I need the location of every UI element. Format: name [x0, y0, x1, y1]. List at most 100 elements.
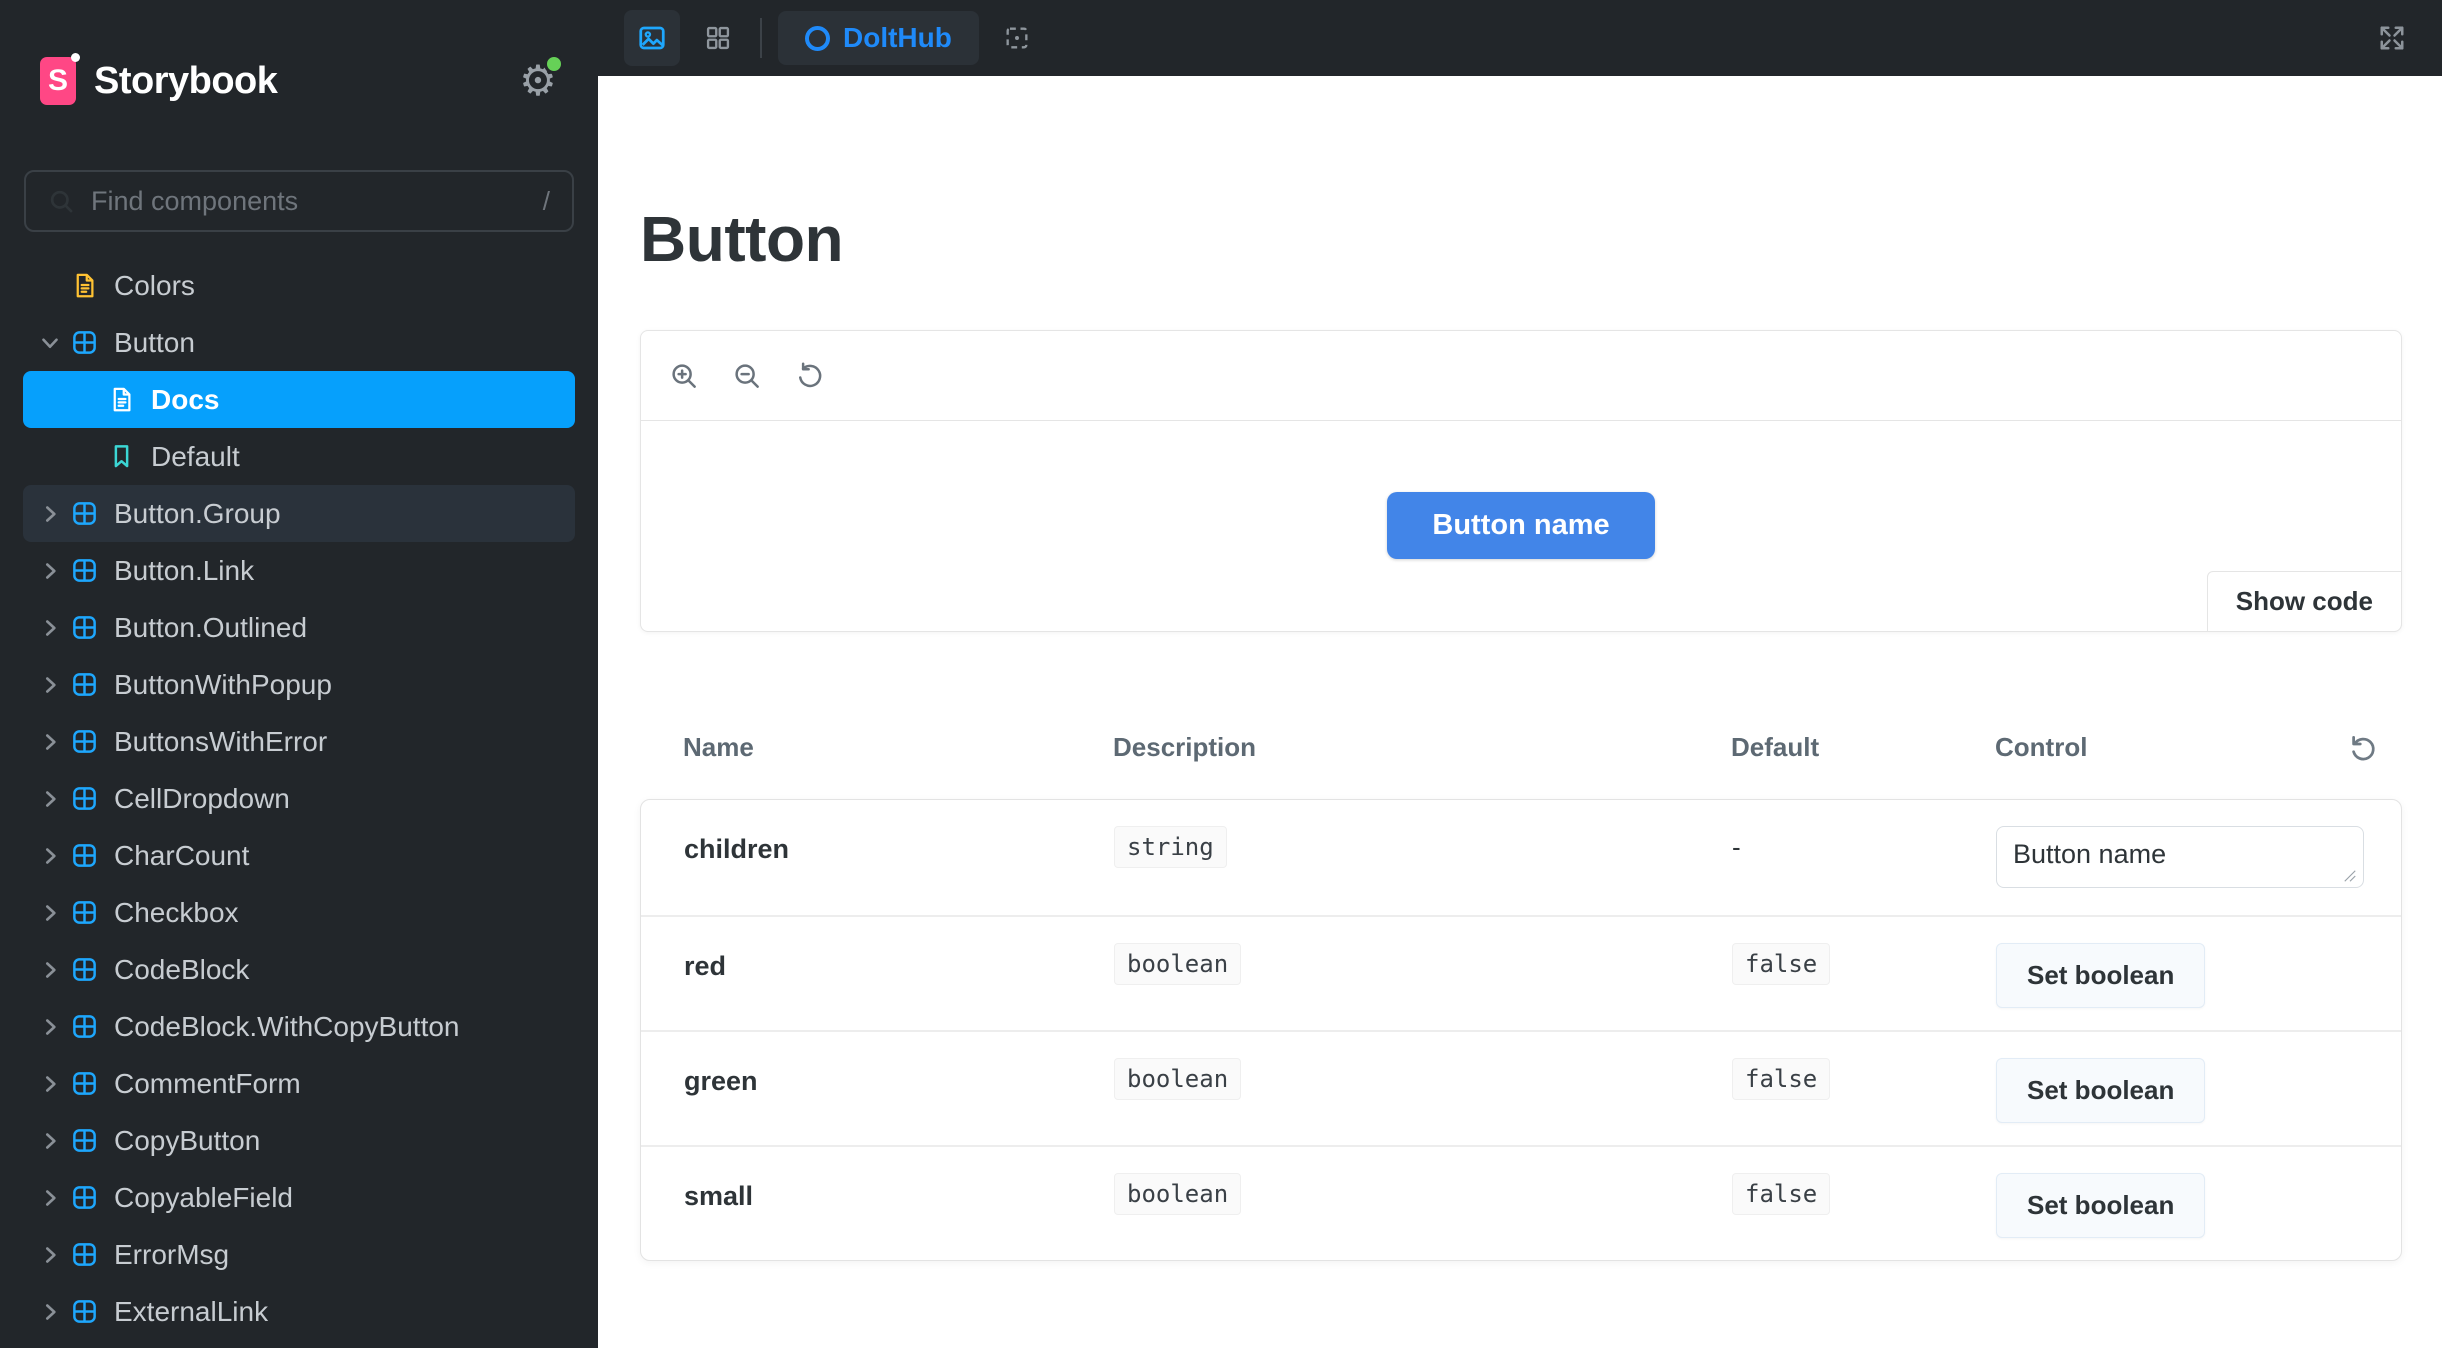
sidebar-item-errormsg[interactable]: ErrorMsg — [23, 1226, 575, 1283]
sidebar-item-button-default[interactable]: Default — [23, 428, 575, 485]
sidebar: S Storybook ⚙ / Colors Button — [0, 0, 598, 1348]
args-table: children string - Button name red boolea… — [640, 799, 2402, 1261]
sidebar-item-button-group[interactable]: Button.Group — [23, 485, 575, 542]
arg-default-badge: false — [1732, 943, 1830, 985]
component-icon — [71, 1298, 98, 1325]
chevron-right-icon[interactable] — [37, 1185, 63, 1211]
bookmark-icon — [108, 443, 135, 470]
component-tree: Colors Button Docs Default Button.Group … — [0, 257, 598, 1348]
chevron-right-icon[interactable] — [37, 558, 63, 584]
arg-name: small — [684, 1173, 1114, 1212]
sidebar-item-buttonwithpopup[interactable]: ButtonWithPopup — [23, 656, 575, 713]
sidebar-item-copyablefield[interactable]: CopyableField — [23, 1169, 575, 1226]
document-icon — [71, 272, 98, 299]
zoom-in-icon[interactable] — [669, 361, 699, 391]
column-header-description: Description — [1113, 732, 1731, 763]
component-icon — [71, 956, 98, 983]
component-icon — [71, 842, 98, 869]
docs-page: Button Button name Show code Name Descri… — [598, 76, 2442, 1348]
chevron-right-icon[interactable] — [37, 900, 63, 926]
sidebar-item-charcount[interactable]: CharCount — [23, 827, 575, 884]
arg-type-badge: boolean — [1114, 1173, 1241, 1215]
chevron-right-icon[interactable] — [37, 1299, 63, 1325]
sidebar-item-checkbox[interactable]: Checkbox — [23, 884, 575, 941]
arg-name: green — [684, 1058, 1114, 1097]
arg-name: red — [684, 943, 1114, 982]
table-row: green boolean false Set boolean — [641, 1030, 2401, 1145]
chevron-down-icon[interactable] — [37, 330, 63, 356]
sidebar-item-celldropdown[interactable]: CellDropdown — [23, 770, 575, 827]
sidebar-item-copybutton[interactable]: CopyButton — [23, 1112, 575, 1169]
resize-handle-icon[interactable] — [2343, 869, 2357, 883]
arg-type-badge: boolean — [1114, 943, 1241, 985]
table-row: small boolean false Set boolean — [641, 1145, 2401, 1260]
component-icon — [71, 1184, 98, 1211]
sidebar-item-button-docs[interactable]: Docs — [23, 371, 575, 428]
component-icon — [71, 899, 98, 926]
storybook-logo-icon: S — [40, 57, 76, 105]
chevron-right-icon[interactable] — [37, 843, 63, 869]
zoom-out-icon[interactable] — [732, 361, 762, 391]
grid-toggle-button[interactable] — [694, 14, 742, 62]
search-shortcut-hint: / — [543, 186, 550, 217]
chevron-right-icon[interactable] — [37, 615, 63, 641]
sidebar-item-button-link[interactable]: Button.Link — [23, 542, 575, 599]
chevron-right-icon[interactable] — [37, 1242, 63, 1268]
show-code-button[interactable]: Show code — [2207, 571, 2402, 632]
component-icon — [71, 557, 98, 584]
sidebar-item-buttonswitherror[interactable]: ButtonsWithError — [23, 713, 575, 770]
column-header-name: Name — [683, 732, 1113, 763]
chevron-right-icon[interactable] — [37, 786, 63, 812]
arg-default: - — [1732, 826, 1996, 863]
component-icon — [71, 671, 98, 698]
chevron-right-icon[interactable] — [37, 957, 63, 983]
chevron-right-icon[interactable] — [37, 1014, 63, 1040]
component-icon — [71, 500, 98, 527]
component-icon — [71, 1127, 98, 1154]
brand-name: Storybook — [94, 60, 277, 103]
sidebar-item-externallink[interactable]: ExternalLink — [23, 1283, 575, 1340]
logo-letter: S — [48, 64, 68, 98]
chevron-right-icon[interactable] — [37, 501, 63, 527]
preview-toolbar — [641, 331, 2401, 421]
dashed-box-icon — [1003, 24, 1031, 52]
sidebar-item-commentform[interactable]: CommentForm — [23, 1055, 575, 1112]
story-preview-panel: Button name Show code — [640, 330, 2402, 632]
children-control-textarea[interactable]: Button name — [1996, 826, 2364, 888]
sidebar-item-button-outlined[interactable]: Button.Outlined — [23, 599, 575, 656]
dolthub-button[interactable]: DoltHub — [778, 11, 979, 65]
storybook-logo[interactable]: S Storybook — [40, 57, 277, 105]
component-icon — [71, 614, 98, 641]
sidebar-item-codeblock[interactable]: CodeBlock — [23, 941, 575, 998]
chevron-right-icon[interactable] — [37, 1128, 63, 1154]
chevron-right-icon[interactable] — [37, 672, 63, 698]
reset-controls-icon[interactable] — [2348, 733, 2378, 763]
search-input[interactable] — [91, 186, 527, 217]
sidebar-item-forminput[interactable]: FormInput — [23, 1340, 575, 1348]
expand-icon — [2377, 23, 2407, 53]
component-icon — [71, 1241, 98, 1268]
arg-default-badge: false — [1732, 1173, 1830, 1215]
sidebar-item-codeblock-withcopybutton[interactable]: CodeBlock.WithCopyButton — [23, 998, 575, 1055]
search-box[interactable]: / — [24, 170, 574, 232]
sidebar-item-colors[interactable]: Colors — [23, 257, 575, 314]
set-boolean-button[interactable]: Set boolean — [1996, 1058, 2205, 1123]
arg-name: children — [684, 826, 1114, 865]
set-boolean-button[interactable]: Set boolean — [1996, 943, 2205, 1008]
settings-menu-button[interactable]: ⚙ — [514, 57, 562, 105]
outline-toggle-button[interactable] — [993, 14, 1041, 62]
table-row: red boolean false Set boolean — [641, 915, 2401, 1030]
dolt-circle-icon — [805, 26, 830, 51]
sidebar-item-button[interactable]: Button — [23, 314, 575, 371]
column-header-default: Default — [1731, 732, 1995, 763]
set-boolean-button[interactable]: Set boolean — [1996, 1173, 2205, 1238]
arg-default-badge: false — [1732, 1058, 1830, 1100]
args-table-header: Name Description Default Control — [640, 732, 2402, 763]
chevron-right-icon[interactable] — [37, 1071, 63, 1097]
story-button[interactable]: Button name — [1387, 492, 1654, 559]
canvas-tab-button[interactable] — [624, 10, 680, 66]
reset-zoom-icon[interactable] — [795, 361, 825, 391]
component-icon — [71, 1013, 98, 1040]
chevron-right-icon[interactable] — [37, 729, 63, 755]
fullscreen-button[interactable] — [2368, 14, 2416, 62]
